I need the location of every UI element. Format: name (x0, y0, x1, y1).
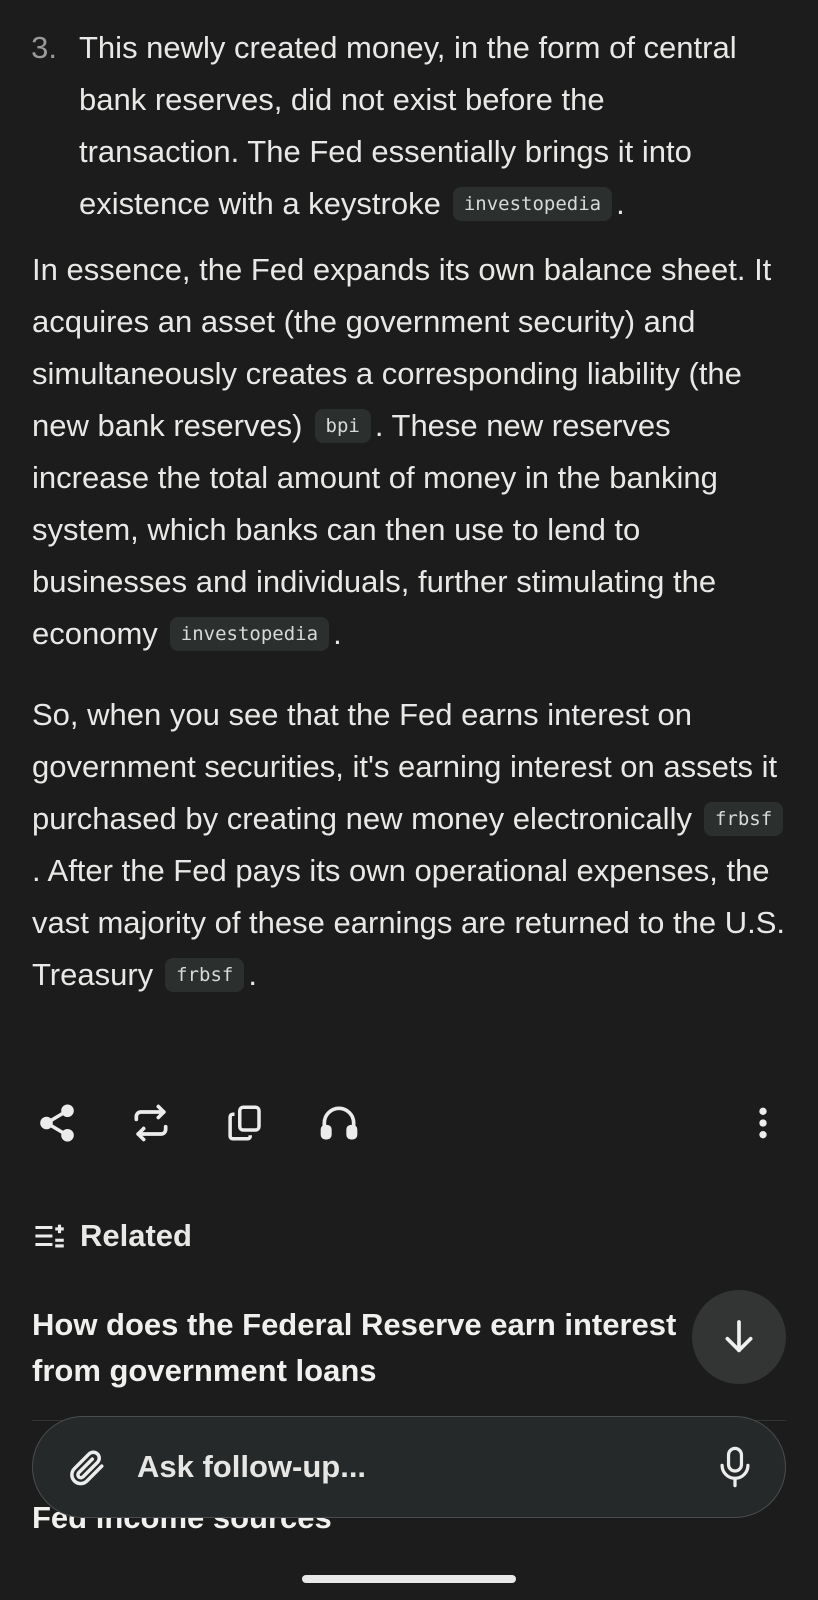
listen-button[interactable] (316, 1100, 362, 1146)
answer-toolbar (34, 1100, 786, 1150)
rewrite-button[interactable] (128, 1100, 174, 1146)
attach-button[interactable] (63, 1444, 109, 1490)
more-vertical-icon (759, 1107, 767, 1139)
period: . (333, 616, 342, 651)
home-indicator[interactable] (302, 1575, 516, 1583)
paperclip-icon (70, 1450, 104, 1486)
copy-icon (228, 1105, 261, 1141)
answer-content: 3. This newly created money, in the form… (31, 22, 792, 1001)
related-heading: Related (34, 1218, 192, 1254)
related-list-icon (35, 1224, 64, 1248)
rewrite-icon (134, 1104, 168, 1142)
paragraph-text: . These new reserves increase the total … (32, 408, 718, 651)
paragraph: So, when you see that the Fed earns inte… (32, 689, 792, 1001)
list-number: 3. (31, 30, 57, 65)
ask-followup-bar[interactable]: Ask follow-up... (32, 1416, 786, 1518)
citation-chip[interactable]: investopedia (452, 187, 613, 221)
citation-chip[interactable]: frbsf (165, 958, 245, 992)
paragraph-text: So, when you see that the Fed earns inte… (32, 697, 778, 836)
more-button[interactable] (740, 1100, 786, 1146)
list-item: 3. This newly created money, in the form… (31, 22, 792, 230)
voice-input-button[interactable] (715, 1444, 755, 1490)
citation-chip[interactable]: investopedia (169, 617, 330, 651)
microphone-icon (720, 1446, 750, 1488)
period: . (616, 186, 625, 221)
paragraph-text: . After the Fed pays its own operational… (32, 853, 785, 992)
share-button[interactable] (34, 1100, 80, 1146)
scroll-down-button[interactable] (692, 1290, 786, 1384)
related-item[interactable]: How does the Federal Reserve earn intere… (32, 1302, 692, 1394)
list-text: This newly created money, in the form of… (79, 22, 769, 230)
ask-followup-input[interactable]: Ask follow-up... (137, 1449, 715, 1485)
list-text-body: This newly created money, in the form of… (79, 30, 737, 221)
citation-chip[interactable]: bpi (314, 409, 371, 443)
copy-button[interactable] (222, 1100, 268, 1146)
share-icon (40, 1104, 74, 1142)
arrow-down-icon (725, 1320, 753, 1353)
headphones-icon (320, 1106, 358, 1140)
related-title: Related (80, 1218, 192, 1253)
paragraph: In essence, the Fed expands its own bala… (32, 244, 792, 660)
period: . (248, 957, 257, 992)
citation-chip[interactable]: frbsf (703, 802, 784, 836)
